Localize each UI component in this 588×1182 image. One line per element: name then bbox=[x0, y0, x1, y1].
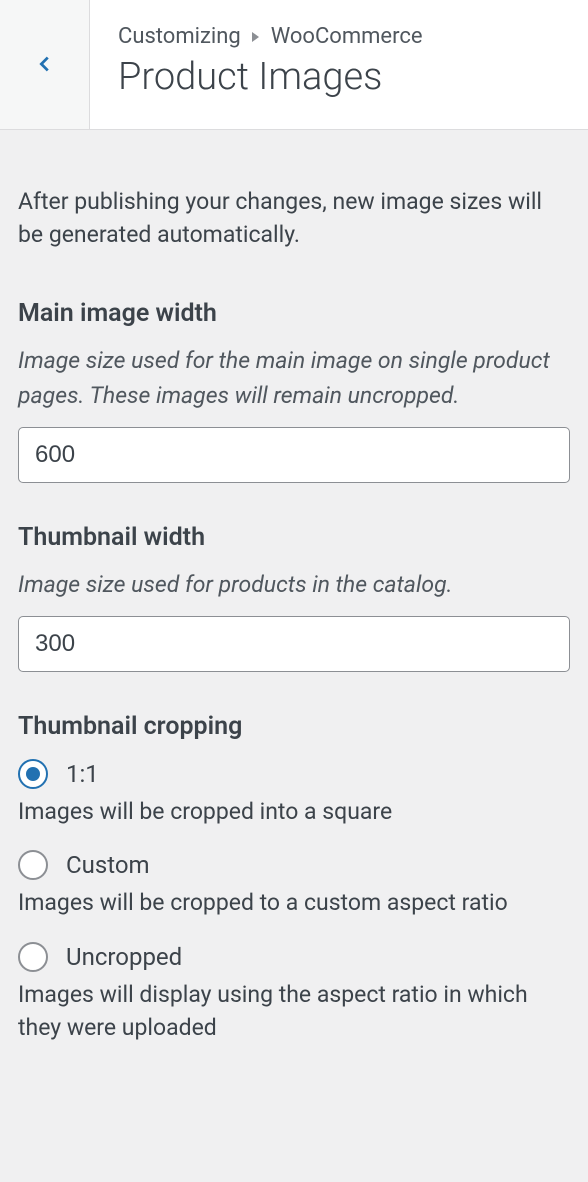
customizer-header: Customizing WooCommerce Product Images bbox=[0, 0, 588, 130]
breadcrumb-section: WooCommerce bbox=[271, 24, 423, 49]
thumbnail-cropping-group: Thumbnail cropping 1:1 Images will be cr… bbox=[18, 712, 570, 1044]
radio-option-1-1: 1:1 Images will be cropped into a square bbox=[18, 759, 570, 828]
breadcrumb-caret-icon bbox=[252, 32, 259, 42]
radio-uncropped[interactable] bbox=[18, 942, 48, 972]
thumbnail-cropping-radios: 1:1 Images will be cropped into a square… bbox=[18, 759, 570, 1044]
chevron-left-icon bbox=[34, 53, 56, 75]
radio-custom[interactable] bbox=[18, 850, 48, 880]
radio-custom-label[interactable]: Custom bbox=[66, 851, 150, 879]
main-image-width-description: Image size used for the main image on si… bbox=[18, 344, 570, 413]
breadcrumb-prefix: Customizing bbox=[118, 24, 241, 49]
radio-uncropped-label[interactable]: Uncropped bbox=[66, 943, 182, 971]
panel-content: After publishing your changes, new image… bbox=[0, 130, 588, 1105]
breadcrumb: Customizing WooCommerce bbox=[118, 24, 568, 49]
panel-title: Product Images bbox=[118, 55, 568, 101]
thumbnail-width-input[interactable] bbox=[18, 616, 570, 672]
thumbnail-cropping-label: Thumbnail cropping bbox=[18, 712, 570, 741]
radio-uncropped-description: Images will display using the aspect rat… bbox=[18, 978, 570, 1045]
thumbnail-width-group: Thumbnail width Image size used for prod… bbox=[18, 523, 570, 672]
main-image-width-group: Main image width Image size used for the… bbox=[18, 299, 570, 483]
radio-1-1-label[interactable]: 1:1 bbox=[66, 760, 99, 788]
thumbnail-width-label: Thumbnail width bbox=[18, 523, 570, 552]
radio-1-1-description: Images will be cropped into a square bbox=[18, 795, 570, 828]
radio-option-custom: Custom Images will be cropped to a custo… bbox=[18, 850, 570, 919]
main-image-width-input[interactable] bbox=[18, 427, 570, 483]
thumbnail-width-description: Image size used for products in the cata… bbox=[18, 568, 570, 603]
back-button[interactable] bbox=[0, 0, 90, 129]
info-text: After publishing your changes, new image… bbox=[18, 185, 570, 252]
radio-custom-description: Images will be cropped to a custom aspec… bbox=[18, 886, 570, 919]
main-image-width-label: Main image width bbox=[18, 299, 570, 328]
radio-dot-icon bbox=[26, 767, 40, 781]
header-titles: Customizing WooCommerce Product Images bbox=[90, 0, 588, 129]
radio-1-1[interactable] bbox=[18, 759, 48, 789]
radio-option-uncropped: Uncropped Images will display using the … bbox=[18, 942, 570, 1045]
